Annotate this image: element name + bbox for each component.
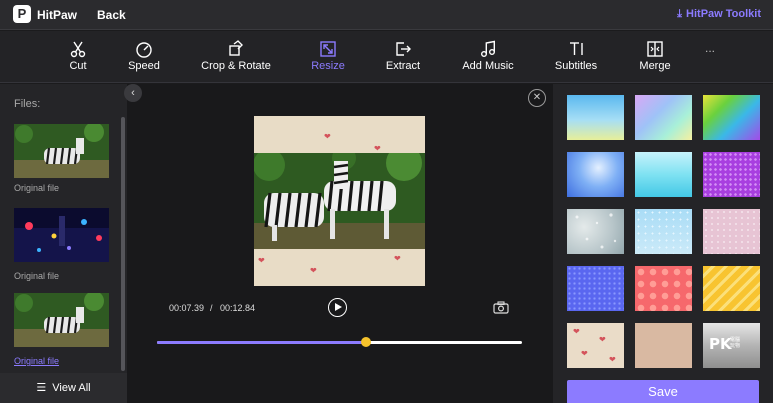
crop-rotate-icon — [229, 40, 243, 56]
background-pink-speckle[interactable] — [703, 209, 760, 254]
background-purple-dots[interactable] — [703, 152, 760, 197]
toolkit-label: HitPaw Toolkit — [686, 8, 761, 20]
hitpaw-logo-icon: P — [13, 5, 31, 23]
view-all-button[interactable]: ☰ View All — [0, 373, 127, 403]
lips-pattern-icon: ❤ — [581, 349, 588, 358]
collapse-panel-chevron-icon[interactable]: ‹ — [124, 84, 142, 102]
timeline-handle[interactable] — [360, 337, 371, 347]
tool-label: Merge — [639, 60, 671, 72]
tool-label: Add Music — [462, 60, 514, 72]
video-preview: ❤ ❤ ❤ ❤ ❤ — [254, 116, 425, 286]
subtitles-icon — [570, 42, 583, 55]
tool-label: Extract — [385, 60, 421, 72]
speedometer-icon — [136, 42, 152, 58]
files-panel: Files: Original file Original file Origi… — [0, 84, 127, 403]
lips-pattern-icon: ❤ — [609, 355, 616, 364]
timeline-progress — [157, 341, 366, 344]
lips-pattern-icon: ❤ — [394, 254, 401, 263]
zebra-video-thumbnail — [14, 293, 109, 347]
extract-icon — [396, 42, 411, 56]
toolbar: Cut Speed Crop & Rotate Resize Extract A… — [0, 31, 773, 83]
camera-icon[interactable] — [493, 301, 509, 314]
close-icon[interactable]: ✕ — [528, 89, 546, 107]
file-caption-selected: Original file — [14, 356, 60, 366]
tool-label: Resize — [311, 60, 345, 72]
lips-pattern-icon: ❤ — [573, 327, 580, 336]
view-all-label: View All — [52, 382, 91, 394]
timeline-slider[interactable] — [157, 337, 522, 347]
raindrops-icon — [575, 213, 617, 249]
file-thumbnail-1[interactable] — [14, 124, 109, 178]
backgrounds-panel: ❤ ❤ ❤ ❤ PK 電腦 玩物 Save — [553, 84, 773, 403]
files-scrollbar[interactable] — [121, 117, 125, 371]
music-note-icon — [481, 40, 496, 57]
zebra-video-frame — [254, 153, 425, 249]
background-rainbow-diagonal[interactable] — [703, 95, 760, 140]
app-title: HitPaw — [37, 8, 78, 22]
list-icon: ☰ — [36, 382, 47, 394]
pk-watermark-logo: PK — [709, 335, 732, 353]
pk-watermark-subtext: 電腦 玩物 — [730, 337, 741, 349]
night-city-video-thumbnail — [14, 208, 109, 262]
background-yellow-stripes[interactable] — [703, 266, 760, 311]
file-caption: Original file — [14, 183, 60, 193]
current-time: 00:07.39 — [169, 303, 205, 313]
background-blue-dots[interactable] — [567, 266, 624, 311]
download-icon: ⤓ — [677, 8, 683, 20]
file-caption: Original file — [14, 271, 60, 281]
lips-pattern-icon: ❤ — [599, 335, 606, 344]
tool-extract[interactable]: Extract — [383, 31, 423, 83]
tool-label: Subtitles — [554, 60, 598, 72]
zebra-video-thumbnail — [14, 124, 109, 178]
background-cyan-gradient[interactable] — [635, 152, 692, 197]
tool-label: Crop & Rotate — [201, 60, 271, 72]
tool-crop-rotate[interactable]: Crop & Rotate — [200, 31, 272, 83]
tool-label: Speed — [128, 60, 160, 72]
background-pastel-rainbow[interactable] — [635, 95, 692, 140]
play-button[interactable] — [328, 298, 347, 317]
total-time: 00:12.84 — [220, 303, 256, 313]
lips-pattern-icon: ❤ — [258, 256, 265, 265]
tool-cut[interactable]: Cut — [58, 31, 98, 83]
background-silver-gradient[interactable]: PK 電腦 玩物 — [703, 323, 760, 368]
background-light-blue-speckle[interactable] — [635, 209, 692, 254]
tool-add-music[interactable]: Add Music — [459, 31, 517, 83]
tool-resize[interactable]: Resize — [308, 31, 348, 83]
lips-pattern-icon: ❤ — [324, 132, 331, 141]
background-coral-dots[interactable] — [635, 266, 692, 311]
time-separator: / — [210, 303, 213, 313]
lips-pattern-icon: ❤ — [310, 266, 317, 275]
background-blue-glow[interactable] — [567, 152, 624, 197]
background-lips-pattern[interactable]: ❤ ❤ ❤ ❤ — [567, 323, 624, 368]
merge-icon — [647, 41, 663, 57]
tool-subtitles[interactable]: Subtitles — [553, 31, 599, 83]
file-thumbnail-3[interactable] — [14, 293, 109, 347]
hitpaw-toolkit-link[interactable]: ⤓ HitPaw Toolkit — [677, 8, 761, 21]
lips-pattern-icon: ❤ — [374, 144, 381, 153]
save-button[interactable]: Save — [567, 380, 759, 403]
tool-merge[interactable]: Merge — [636, 31, 674, 83]
title-bar: P HitPaw Back ⤓ HitPaw Toolkit — [0, 0, 773, 30]
scissors-icon — [70, 41, 86, 58]
files-label: Files: — [14, 98, 41, 110]
tool-label: Cut — [69, 60, 87, 72]
back-button[interactable]: Back — [97, 8, 126, 22]
background-sky-gradient[interactable] — [567, 95, 624, 140]
background-rain-glass[interactable] — [567, 209, 624, 254]
tool-speed[interactable]: Speed — [124, 31, 164, 83]
background-beige-solid[interactable] — [635, 323, 692, 368]
resize-icon — [320, 41, 336, 57]
file-thumbnail-2[interactable] — [14, 208, 109, 262]
